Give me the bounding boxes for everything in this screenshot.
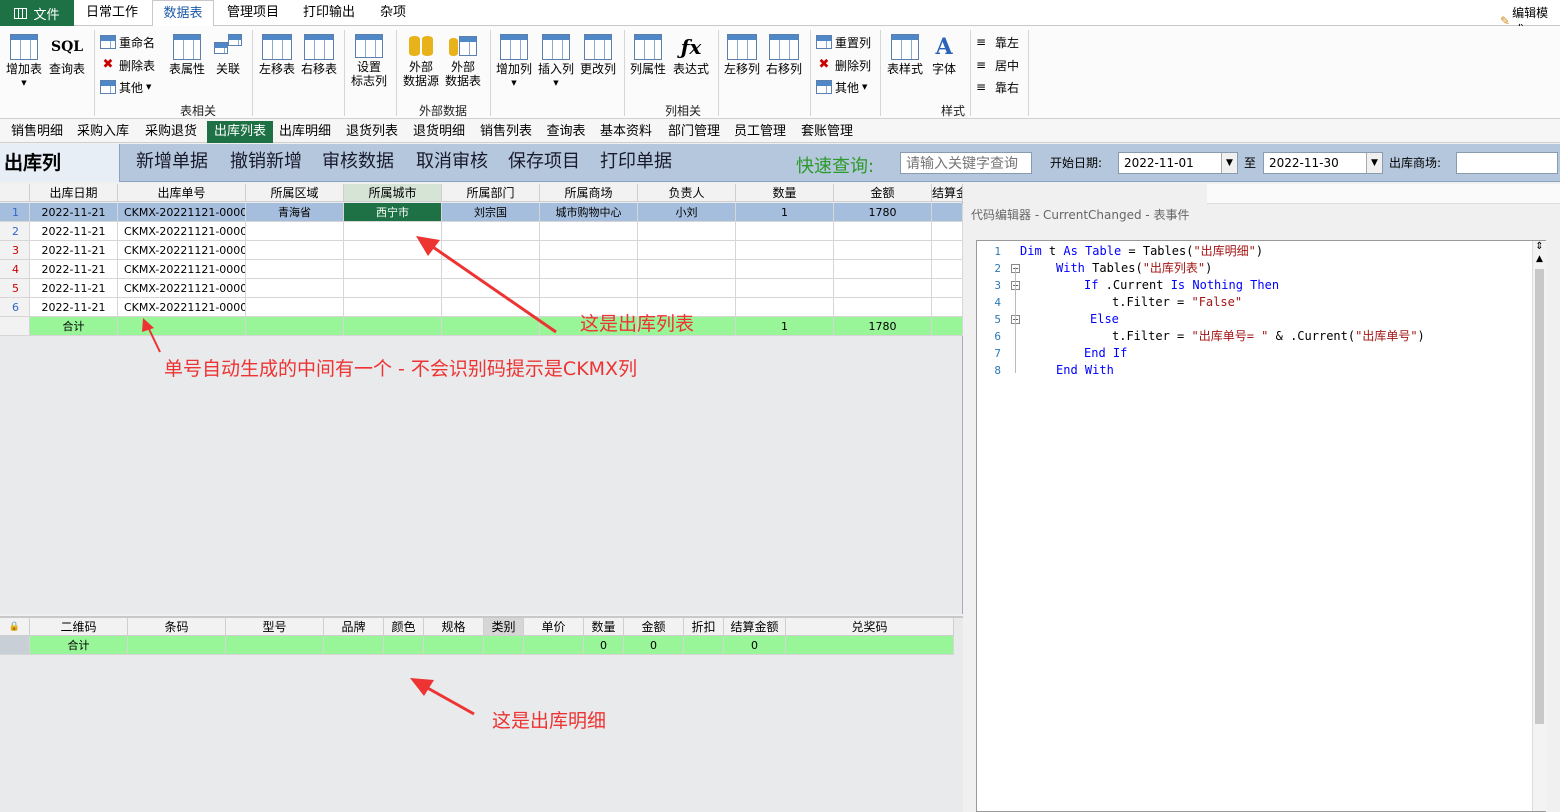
arrow-head-detail bbox=[410, 678, 434, 696]
annotation-detail: 这是出库明细 bbox=[492, 710, 607, 732]
arrow-head-list bbox=[416, 236, 440, 256]
annotation-list: 这是出库列表 bbox=[580, 313, 695, 335]
arrow-list bbox=[429, 243, 557, 334]
arrow-head-id bbox=[142, 318, 154, 332]
arrow-id bbox=[147, 326, 161, 353]
arrow-detail bbox=[423, 684, 475, 716]
annotation-id: 单号自动生成的中间有一个 - 不会识别码提示是CKMX列 bbox=[164, 358, 638, 380]
annotation-arrows bbox=[142, 236, 557, 716]
